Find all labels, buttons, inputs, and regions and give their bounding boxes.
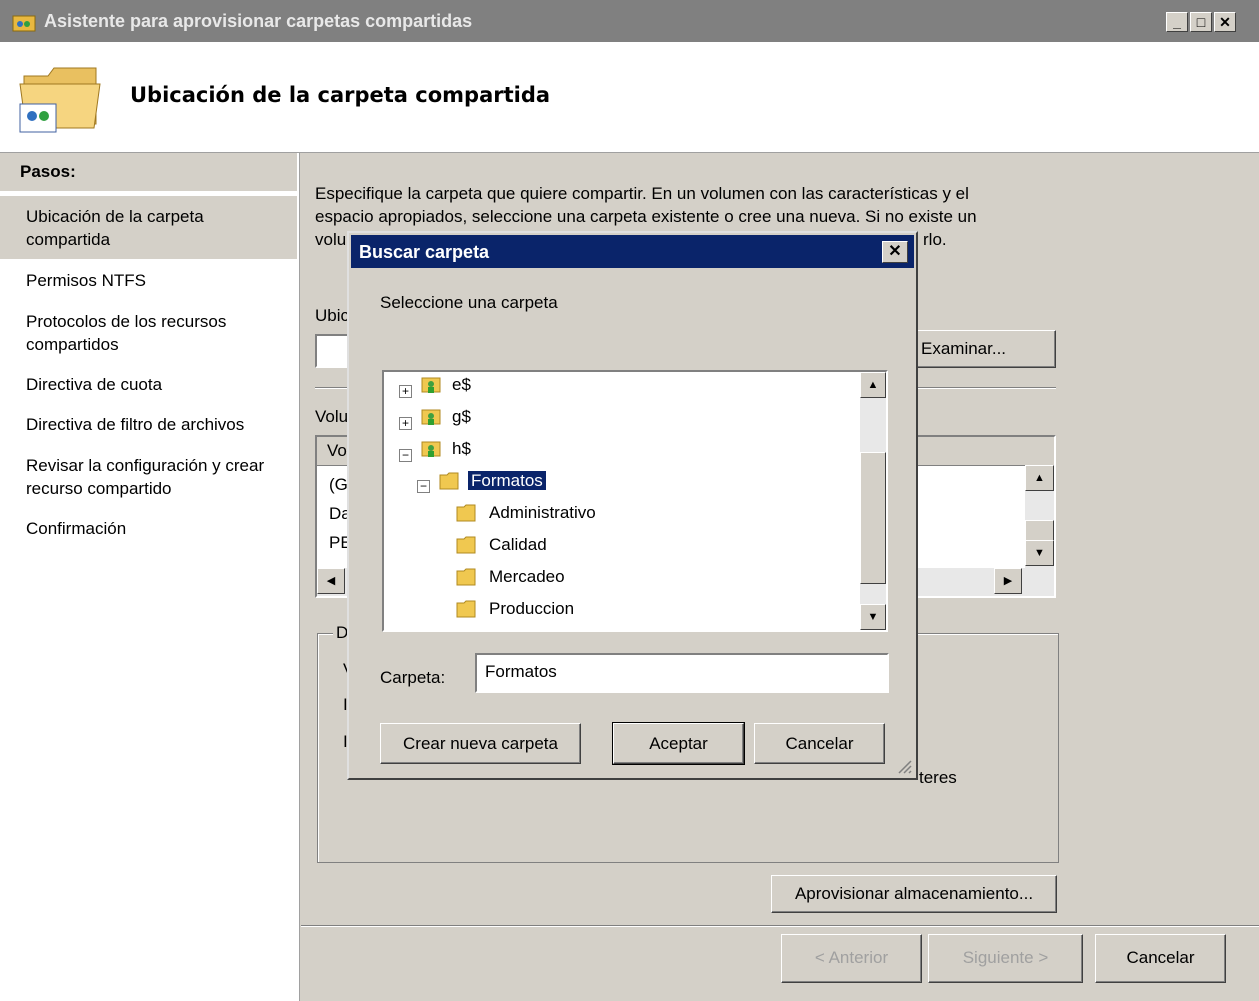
cancel-button[interactable]: Cancelar bbox=[1095, 934, 1226, 983]
wizard-header: Ubicación de la carpeta compartida bbox=[0, 42, 1259, 153]
step-item-quota[interactable]: Directiva de cuota bbox=[0, 373, 297, 396]
step-label: Ubicación de la carpeta bbox=[26, 207, 204, 226]
dialog-title-bar[interactable]: Buscar carpeta ✕ bbox=[351, 235, 914, 268]
tree-item-g[interactable]: g$ bbox=[452, 404, 471, 430]
details-line: teres bbox=[919, 768, 957, 787]
next-button[interactable]: Siguiente > bbox=[928, 934, 1083, 983]
scroll-thumb[interactable] bbox=[860, 452, 886, 584]
share-folder-icon bbox=[421, 377, 441, 393]
close-button[interactable]: ✕ bbox=[1214, 12, 1236, 32]
browse-button[interactable]: Examinar... bbox=[908, 330, 1056, 368]
expand-icon[interactable]: + bbox=[399, 385, 412, 398]
page-title: Ubicación de la carpeta compartida bbox=[130, 83, 551, 107]
tree-item-mercadeo[interactable]: Mercadeo bbox=[489, 564, 565, 590]
maximize-button[interactable]: □ bbox=[1190, 12, 1212, 32]
folder-icon bbox=[456, 568, 476, 586]
tree-item-label: Formatos bbox=[468, 471, 546, 490]
tree-item-produccion[interactable]: Produccion bbox=[489, 596, 574, 622]
step-item-location[interactable]: Ubicación de la carpeta compartida bbox=[0, 196, 297, 259]
browse-folder-dialog[interactable]: Buscar carpeta ✕ Seleccione una carpeta … bbox=[347, 231, 918, 780]
folder-tree[interactable]: + e$ + g$ − h$ − Formatos Administrativo… bbox=[382, 370, 888, 632]
separator bbox=[315, 387, 347, 389]
collapse-icon[interactable]: − bbox=[399, 449, 412, 462]
tree-item-formatos[interactable]: Formatos bbox=[468, 468, 546, 494]
description-line: rlo. bbox=[923, 230, 947, 249]
dialog-prompt: Seleccione una carpeta bbox=[380, 293, 558, 312]
share-folder-icon bbox=[421, 409, 441, 425]
scroll-right-arrow[interactable]: ▶ bbox=[994, 568, 1022, 594]
folder-label: Carpeta: bbox=[380, 668, 446, 687]
step-label: Permisos NTFS bbox=[26, 271, 146, 290]
tree-item-h[interactable]: h$ bbox=[452, 436, 471, 462]
step-label: Revisar la configuración y crear bbox=[26, 456, 265, 475]
step-label: compartidos bbox=[26, 335, 119, 354]
collapse-icon[interactable]: − bbox=[417, 480, 430, 493]
list-item[interactable]: (G bbox=[329, 475, 348, 495]
step-label: compartida bbox=[26, 230, 111, 249]
open-folder-icon bbox=[439, 472, 459, 490]
back-button[interactable]: < Anterior bbox=[781, 934, 922, 983]
steps-heading: Pasos: bbox=[0, 153, 297, 191]
shared-folder-icon bbox=[19, 67, 101, 133]
folder-icon bbox=[456, 600, 476, 618]
folder-icon bbox=[456, 504, 476, 522]
step-label: Directiva de filtro de archivos bbox=[26, 415, 245, 434]
column-header-label: Vo bbox=[327, 441, 347, 460]
window-title: Asistente para aprovisionar carpetas com… bbox=[44, 11, 473, 31]
new-folder-button[interactable]: Crear nueva carpeta bbox=[380, 723, 581, 764]
dialog-cancel-button[interactable]: Cancelar bbox=[754, 723, 885, 764]
step-item-review[interactable]: Revisar la configuración y crear recurso… bbox=[0, 454, 297, 500]
step-item-confirmation[interactable]: Confirmación bbox=[0, 517, 297, 540]
footer-separator bbox=[301, 925, 1259, 927]
provision-storage-button[interactable]: Aprovisionar almacenamiento... bbox=[771, 875, 1057, 913]
scroll-up-arrow[interactable]: ▲ bbox=[860, 372, 886, 398]
separator bbox=[918, 387, 1056, 389]
minimize-button[interactable]: _ bbox=[1166, 12, 1188, 32]
ok-button[interactable]: Aceptar bbox=[612, 722, 745, 765]
description-line: volu bbox=[315, 230, 347, 249]
description-line: Especifique la carpeta que quiere compar… bbox=[315, 184, 969, 203]
tree-item-calidad[interactable]: Calidad bbox=[489, 532, 547, 558]
location-label: Ubic bbox=[315, 306, 350, 325]
step-label: Protocolos de los recursos bbox=[26, 312, 227, 331]
folder-icon bbox=[456, 536, 476, 554]
step-label: Confirmación bbox=[26, 519, 127, 538]
dialog-title: Buscar carpeta bbox=[359, 242, 490, 262]
description-line: espacio apropiados, seleccione una carpe… bbox=[315, 207, 977, 226]
volumes-label: Volu bbox=[315, 407, 349, 426]
scroll-down-arrow[interactable]: ▼ bbox=[860, 604, 886, 630]
resize-grip-icon[interactable] bbox=[894, 756, 912, 774]
tree-vertical-scrollbar[interactable]: ▲ ▼ bbox=[860, 372, 886, 630]
wizard-app-icon bbox=[12, 15, 36, 32]
steps-pane: Pasos: Ubicación de la carpeta compartid… bbox=[0, 153, 300, 1001]
scroll-left-arrow[interactable]: ◀ bbox=[317, 568, 345, 594]
scroll-down-arrow[interactable]: ▼ bbox=[1025, 540, 1054, 566]
tree-item-e[interactable]: e$ bbox=[452, 372, 471, 398]
tree-item-administrativo[interactable]: Administrativo bbox=[489, 500, 596, 526]
window-title-bar[interactable]: Asistente para aprovisionar carpetas com… bbox=[0, 0, 1259, 42]
share-folder-icon bbox=[421, 441, 441, 457]
step-item-protocols[interactable]: Protocolos de los recursos compartidos bbox=[0, 310, 297, 356]
scroll-up-arrow[interactable]: ▲ bbox=[1025, 465, 1054, 491]
step-item-file-screen[interactable]: Directiva de filtro de archivos bbox=[0, 413, 297, 436]
step-item-ntfs[interactable]: Permisos NTFS bbox=[0, 269, 297, 292]
vertical-scrollbar[interactable]: ▲ ▼ bbox=[1025, 465, 1054, 568]
step-label: recurso compartido bbox=[26, 479, 172, 498]
expand-icon[interactable]: + bbox=[399, 417, 412, 430]
step-label: Directiva de cuota bbox=[26, 375, 163, 394]
dialog-close-button[interactable]: ✕ bbox=[882, 241, 908, 263]
folder-name-input[interactable]: Formatos bbox=[475, 653, 889, 693]
